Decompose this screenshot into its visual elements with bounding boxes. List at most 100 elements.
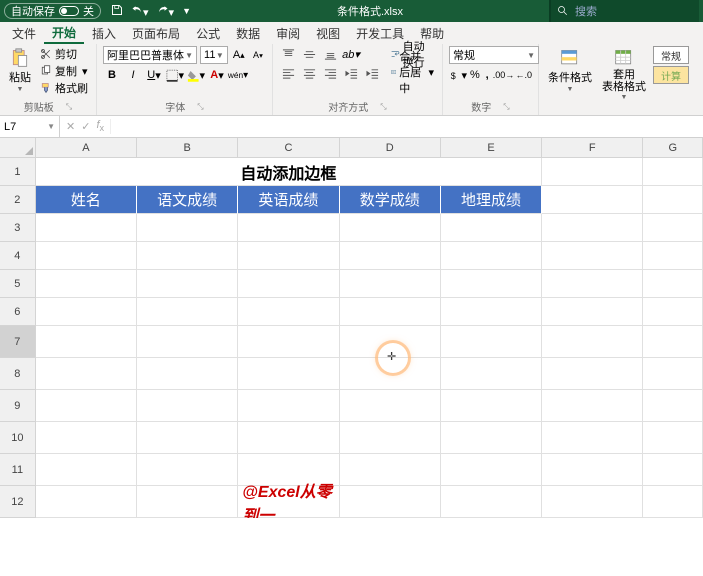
cell[interactable] (36, 358, 137, 390)
save-icon[interactable] (111, 4, 123, 19)
cell[interactable] (643, 390, 703, 422)
bold-icon[interactable]: B (103, 67, 121, 83)
qat-dropdown-icon[interactable]: ▼ (182, 6, 191, 16)
cell[interactable] (137, 326, 238, 358)
select-all-button[interactable] (0, 138, 36, 158)
row-header-2[interactable]: 2 (0, 186, 36, 214)
autosave-toggle[interactable]: 自动保存 关 (4, 3, 101, 19)
cell[interactable] (340, 242, 441, 270)
cell[interactable] (238, 214, 339, 242)
row-header-1[interactable]: 1 (0, 158, 36, 186)
cell[interactable] (238, 390, 339, 422)
font-color-icon[interactable]: A▾ (208, 67, 226, 83)
align-center-icon[interactable] (300, 65, 318, 81)
cell[interactable] (137, 242, 238, 270)
cell[interactable] (36, 326, 137, 358)
row-header-7[interactable]: 7 (0, 326, 36, 358)
cell[interactable] (238, 422, 339, 454)
cell[interactable] (542, 454, 643, 486)
cell[interactable] (542, 422, 643, 454)
cell[interactable] (441, 358, 542, 390)
title-cell[interactable]: 自动添加边框 (36, 158, 542, 186)
decrease-decimal-icon[interactable]: ←.0 (515, 67, 532, 83)
col-header-F[interactable]: F (542, 138, 643, 158)
tab-视图[interactable]: 视图 (308, 22, 348, 44)
row-header-8[interactable]: 8 (0, 358, 36, 390)
col-header-A[interactable]: A (36, 138, 137, 158)
col-header-C[interactable]: C (238, 138, 339, 158)
enter-icon[interactable]: ✓ (81, 120, 90, 133)
cell[interactable] (340, 422, 441, 454)
phonetic-icon[interactable]: wén▾ (229, 67, 247, 83)
cell[interactable] (36, 214, 137, 242)
font-size-combo[interactable]: 11▼ (200, 46, 228, 64)
cell[interactable] (643, 186, 703, 214)
cell[interactable] (238, 326, 339, 358)
increase-font-icon[interactable]: A▴ (231, 47, 247, 63)
underline-icon[interactable]: U▾ (145, 67, 163, 83)
tab-页面布局[interactable]: 页面布局 (124, 22, 188, 44)
accounting-format-icon[interactable]: $▾ (449, 67, 467, 83)
cell[interactable] (643, 454, 703, 486)
cut-button[interactable]: 剪切 (38, 46, 90, 62)
col-header-B[interactable]: B (137, 138, 238, 158)
cell[interactable] (441, 214, 542, 242)
fill-color-icon[interactable]: ▾ (187, 67, 205, 83)
cell[interactable] (36, 486, 137, 518)
name-box[interactable]: L7▼ (0, 116, 60, 138)
conditional-format-button[interactable]: 条件格式▼ (545, 46, 595, 95)
cell[interactable] (643, 242, 703, 270)
search-box[interactable]: 搜索 (549, 0, 699, 22)
cell[interactable] (643, 214, 703, 242)
cell[interactable] (137, 454, 238, 486)
cell[interactable] (441, 298, 542, 326)
cell-style-calc[interactable]: 计算 (653, 66, 689, 84)
cell[interactable] (340, 358, 441, 390)
cell[interactable] (340, 270, 441, 298)
cell[interactable] (542, 186, 643, 214)
cell[interactable] (643, 422, 703, 454)
tab-数据[interactable]: 数据 (228, 22, 268, 44)
cell[interactable] (542, 214, 643, 242)
col-header-E[interactable]: E (441, 138, 542, 158)
cell[interactable] (137, 214, 238, 242)
cell[interactable] (238, 298, 339, 326)
cell[interactable] (643, 158, 703, 186)
paste-button[interactable]: 粘贴 ▼ (6, 46, 34, 95)
col-header-G[interactable]: G (643, 138, 703, 158)
dialog-launcher-icon[interactable]: ⤡ (66, 102, 72, 112)
tab-插入[interactable]: 插入 (84, 22, 124, 44)
align-left-icon[interactable] (279, 65, 297, 81)
percent-icon[interactable]: % (470, 67, 480, 83)
copy-button[interactable]: 复制▾ (38, 63, 90, 79)
merge-center-button[interactable]: 合并后居中▾ (389, 64, 436, 80)
cell[interactable] (441, 422, 542, 454)
table-header[interactable]: 地理成绩 (441, 186, 542, 214)
tab-文件[interactable]: 文件 (4, 22, 44, 44)
table-format-button[interactable]: 套用 表格格式▼ (599, 46, 649, 103)
cell[interactable] (542, 158, 643, 186)
comma-icon[interactable]: , (483, 67, 492, 83)
cell[interactable] (441, 242, 542, 270)
number-format-combo[interactable]: 常规▼ (449, 46, 539, 64)
cell[interactable] (441, 326, 542, 358)
cell[interactable] (643, 358, 703, 390)
align-right-icon[interactable] (321, 65, 339, 81)
dialog-launcher-icon[interactable]: ⤡ (380, 102, 386, 112)
cell[interactable] (137, 422, 238, 454)
font-name-combo[interactable]: 阿里巴巴普惠体▼ (103, 46, 197, 64)
italic-icon[interactable]: I (124, 67, 142, 83)
row-header-6[interactable]: 6 (0, 298, 36, 326)
cell[interactable] (137, 270, 238, 298)
cell[interactable] (542, 270, 643, 298)
cell[interactable] (137, 358, 238, 390)
dialog-launcher-icon[interactable]: ⤡ (503, 102, 509, 112)
cell[interactable] (238, 242, 339, 270)
cell[interactable] (36, 422, 137, 454)
row-header-11[interactable]: 11 (0, 454, 36, 486)
cell[interactable] (137, 486, 238, 518)
cell[interactable] (340, 326, 441, 358)
row-header-3[interactable]: 3 (0, 214, 36, 242)
cell[interactable] (340, 486, 441, 518)
table-header[interactable]: 姓名 (36, 186, 137, 214)
